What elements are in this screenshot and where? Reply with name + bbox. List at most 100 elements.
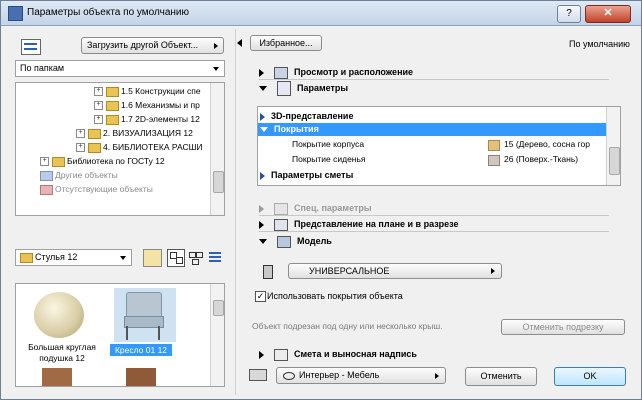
- library-select-value: Стулья 12: [35, 252, 78, 262]
- partial-thumbnail: [42, 368, 72, 386]
- tree-scrollbar[interactable]: [210, 83, 224, 215]
- tree-item-label: Отсутствующие объекты: [55, 184, 153, 194]
- model-select-value: УНИВЕРСАЛЬНОЕ: [309, 266, 390, 276]
- tree-item-label: 2. ВИЗУАЛИЗАЦИЯ 12: [103, 128, 193, 138]
- section-title: Модель: [297, 236, 332, 246]
- section-spec-params[interactable]: Спец. параметры: [259, 201, 609, 215]
- favorites-button[interactable]: Избранное...: [250, 35, 322, 51]
- scroll-thumb[interactable]: [609, 147, 620, 175]
- param-row[interactable]: Покрытие сиденья 26 (Поверх.-Ткань): [292, 153, 606, 166]
- folder-icon: [88, 128, 101, 139]
- use-cover-checkbox[interactable]: ✓: [255, 291, 266, 302]
- model-select[interactable]: УНИВЕРСАЛЬНОЕ: [288, 263, 502, 279]
- cancel-button[interactable]: Отменить: [465, 367, 537, 386]
- ok-button[interactable]: OK: [554, 367, 626, 386]
- collapse-triangle-icon: [260, 127, 268, 133]
- spec-params-icon: [274, 202, 288, 215]
- expand-triangle-icon: [259, 204, 264, 213]
- folder-icon: [88, 142, 101, 153]
- chevron-right-icon: [491, 268, 495, 274]
- panel-divider: [235, 29, 236, 395]
- list-view-icon[interactable]: [207, 249, 223, 265]
- param-value[interactable]: 15 (Дерево, сосна гор: [504, 138, 590, 151]
- eye-icon: [283, 371, 295, 380]
- section-model[interactable]: Модель: [259, 234, 609, 248]
- folder-up-icon[interactable]: [143, 249, 162, 267]
- chevron-right-icon: [214, 43, 218, 49]
- tree-item[interactable]: +4. БИБЛИОТЕКА РАСШИ: [76, 141, 202, 153]
- section-view-placement[interactable]: Просмотр и расположение: [259, 65, 609, 79]
- chevron-down-icon: [120, 256, 126, 260]
- expand-triangle-icon: [259, 68, 264, 77]
- section-title: Просмотр и расположение: [294, 67, 414, 77]
- app-icon: [8, 6, 23, 21]
- tree-item-label: 1.5 Конструкции спе: [121, 86, 201, 96]
- cancel-trim-button[interactable]: Отменить подрезку: [501, 319, 625, 335]
- section-plan-section[interactable]: Представление на плане и в разрезе: [259, 217, 609, 231]
- help-button[interactable]: ?: [557, 5, 581, 23]
- section-estimate[interactable]: Смета и выносная надпись: [259, 347, 609, 361]
- parameters-scrollbar[interactable]: [606, 107, 620, 185]
- library-tree[interactable]: +1.5 Конструкции спе +1.6 Механизмы и пр…: [15, 82, 225, 216]
- object-thumbnails[interactable]: Большая круглая подушка 12 Кресло 01 12: [15, 283, 225, 387]
- thumbnail-item[interactable]: Большая круглая подушка 12: [20, 286, 104, 366]
- expand-icon[interactable]: +: [94, 87, 103, 97]
- tree-item[interactable]: +1.7 2D-элементы 12: [94, 113, 200, 125]
- parameters-list[interactable]: 3D-представление Покрытия Покрытие корпу…: [257, 106, 621, 186]
- folder-icon: [52, 156, 65, 167]
- tree-item[interactable]: Отсутствующие объекты: [40, 183, 153, 195]
- tree-item-label: 4. БИБЛИОТЕКА РАСШИ: [103, 142, 203, 152]
- folder-mode-select[interactable]: По папкам: [15, 60, 225, 77]
- tree-item[interactable]: +1.6 Механизмы и пр: [94, 99, 200, 111]
- dialog-window: Параметры объекта по умолчанию ? ✕ Загру…: [0, 0, 642, 400]
- folder-icon: [20, 252, 33, 263]
- scroll-thumb[interactable]: [213, 300, 224, 316]
- tree-item[interactable]: + Библиотека по ГОСТу 12: [40, 155, 165, 167]
- layer-select[interactable]: Интерьер - Мебель: [276, 367, 446, 384]
- tree-item[interactable]: +1.5 Конструкции спе: [94, 85, 201, 97]
- param-row[interactable]: Покрытие корпуса 15 (Дерево, сосна гор: [292, 138, 606, 151]
- expand-icon[interactable]: +: [76, 143, 85, 153]
- folder-icon: [106, 86, 119, 97]
- param-row[interactable]: Параметры сметы: [260, 168, 604, 182]
- tree-item-label: Другие объекты: [55, 170, 118, 180]
- tree-item[interactable]: Другие объекты: [40, 169, 118, 181]
- expand-triangle-icon: [260, 112, 265, 121]
- param-value[interactable]: 26 (Поверх.-Ткань): [504, 153, 578, 166]
- param-row-selected[interactable]: Покрытия: [258, 123, 608, 136]
- expand-icon[interactable]: +: [40, 157, 49, 167]
- load-other-object-button[interactable]: Загрузить другой Объект...: [81, 37, 224, 54]
- thumbnails-scrollbar[interactable]: [210, 284, 224, 386]
- folder-icon: [40, 184, 53, 195]
- param-name: Покрытие сиденья: [292, 154, 366, 164]
- collapse-left-icon[interactable]: [237, 39, 242, 47]
- thumbnail-item-selected[interactable]: Кресло 01 12: [110, 286, 190, 366]
- thumbnail-label: Большая круглая подушка 12: [28, 342, 96, 363]
- param-row-label: Параметры сметы: [271, 170, 354, 180]
- ok-label: OK: [583, 371, 597, 381]
- tree-item-label: 1.7 2D-элементы 12: [121, 114, 200, 124]
- view-mode-icon[interactable]: [21, 39, 41, 55]
- estimate-icon: [274, 348, 288, 361]
- thumbnail-view-icon[interactable]: [167, 249, 185, 267]
- library-select[interactable]: Стулья 12: [15, 249, 132, 266]
- layer-select-value: Интерьер - Мебель: [299, 370, 380, 380]
- thumbnail-label: Кресло 01 12: [110, 344, 172, 356]
- section-parameters[interactable]: Параметры: [259, 81, 609, 97]
- favorites-label: Избранное...: [259, 38, 313, 48]
- view-placement-icon: [274, 66, 288, 79]
- expand-triangle-icon: [259, 350, 264, 359]
- scroll-thumb[interactable]: [213, 171, 224, 193]
- expand-icon[interactable]: +: [94, 101, 103, 111]
- expand-icon[interactable]: +: [94, 115, 103, 125]
- small-icons-view-icon[interactable]: [187, 249, 203, 265]
- expand-icon[interactable]: +: [76, 129, 85, 139]
- param-row[interactable]: 3D-представление: [260, 109, 604, 123]
- tree-item[interactable]: +2. ВИЗУАЛИЗАЦИЯ 12: [76, 127, 193, 139]
- section-title: Параметры: [297, 83, 349, 93]
- param-row-label: 3D-представление: [271, 111, 354, 121]
- cancel-label: Отменить: [480, 371, 522, 381]
- separator: [259, 215, 609, 216]
- fabric-swatch: [488, 155, 500, 166]
- close-button[interactable]: ✕: [585, 5, 631, 23]
